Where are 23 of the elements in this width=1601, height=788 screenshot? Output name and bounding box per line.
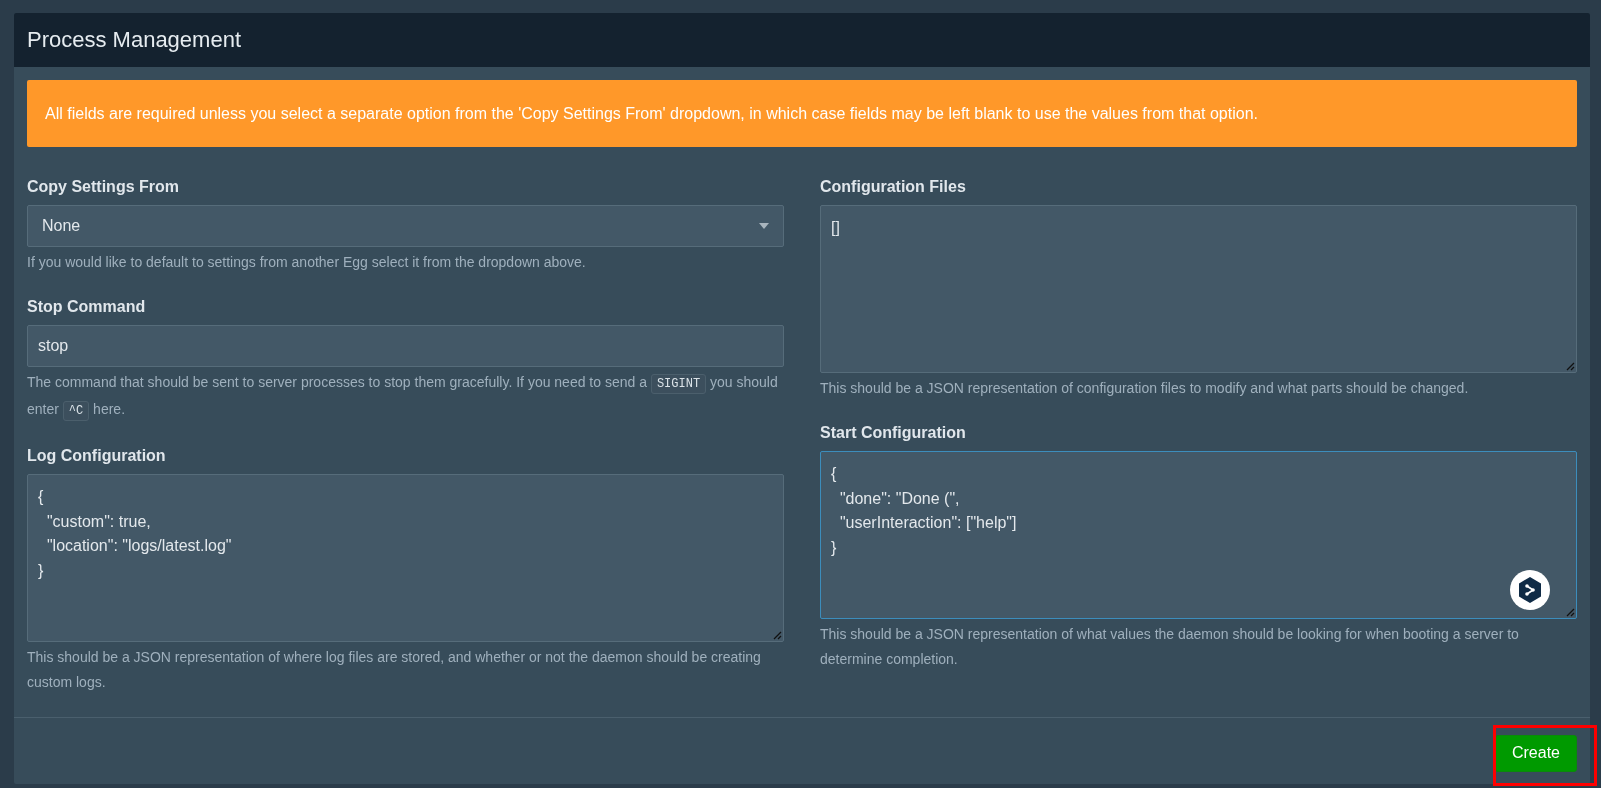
json-textarea[interactable]: [] (820, 205, 1577, 373)
resize-grip-icon[interactable] (1566, 608, 1575, 617)
help-text: The command that should be sent to server processes to stop them gracefully. If you need to send a SIGINT you should enter ^C here. (27, 370, 784, 424)
field-label: Start Configuration (820, 423, 967, 443)
create-button[interactable]: Create (1494, 734, 1577, 772)
text-input[interactable]: stop (27, 325, 784, 367)
warning-alert: All fields are required unless you select a separate option from the 'Copy Settings From' dropdown, in which case fields may be left blank to use the values from that option. (27, 80, 1577, 147)
extension-icon[interactable] (1510, 570, 1550, 610)
json-textarea[interactable]: { "done": "Done (", "userInteraction": ["help"] } (820, 451, 1577, 619)
help-text: This should be a JSON representation of where log files are stored, and whether or not the daemon should be creating custom logs. (27, 648, 762, 692)
json-textarea[interactable]: { "custom": true, "location": "logs/latest.log" } (27, 474, 784, 642)
field-label: Configuration Files (820, 177, 967, 197)
caret-icon (759, 223, 769, 229)
field-label: Log Configuration (27, 446, 167, 466)
field-label: Copy Settings From (27, 177, 180, 197)
help-text: This should be a JSON representation of what values the daemon should be looking for when booting a server to determine completion. (820, 625, 1520, 669)
resize-grip-icon[interactable] (1566, 362, 1575, 371)
panel-title: Process Management (27, 27, 241, 53)
copy-settings-dropdown[interactable]: None (27, 205, 784, 247)
resize-grip-icon[interactable] (773, 631, 782, 640)
field-label: Stop Command (27, 297, 147, 317)
help-text: If you would like to default to settings from another Egg select it from the dropdown above. (27, 253, 587, 272)
help-text: This should be a JSON representation of configuration files to modify and what parts should be changed. (820, 379, 1470, 398)
